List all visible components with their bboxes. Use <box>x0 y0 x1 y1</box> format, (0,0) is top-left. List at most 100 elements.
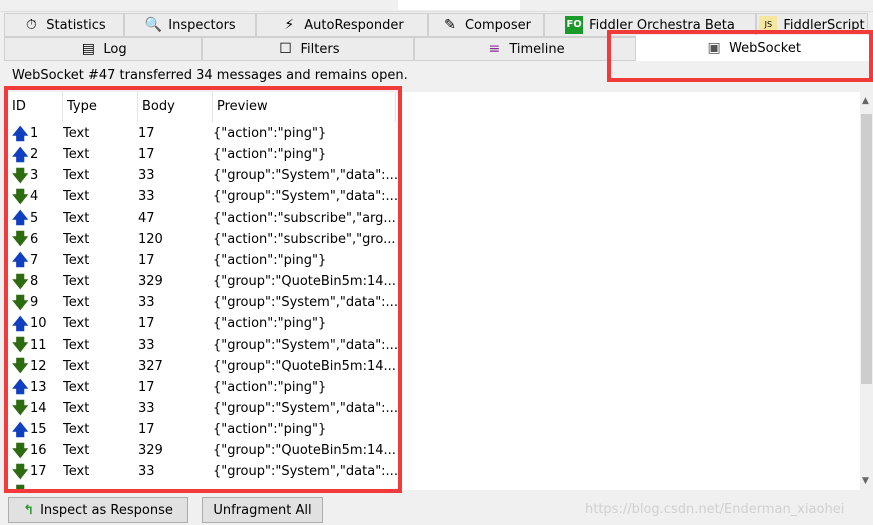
cell-body: 17 <box>138 379 155 395</box>
table-row[interactable]: 🡇 12 Text 327 {"group":"QuoteBin5m:14... <box>8 356 396 377</box>
button-label: Unfragment All <box>213 502 312 518</box>
table-row[interactable]: 🡇 4 Text 33 {"group":"System","data":... <box>8 186 398 207</box>
table-row[interactable]: 🡅 5 Text 47 {"action":"subscribe","arg... <box>8 208 396 229</box>
tab-autoresponder[interactable]: ⚡ AutoResponder <box>256 13 428 37</box>
tab-fiddler-orchestra[interactable]: FO Fiddler Orchestra Beta <box>544 13 756 37</box>
message-list[interactable]: ID Type Body Preview 🡅 1 Text 17 {"action… <box>8 92 860 490</box>
scroll-down-icon[interactable]: ▼ <box>862 476 869 486</box>
table-row[interactable]: 🡇 <box>8 483 63 490</box>
id-text: 3 <box>30 168 39 184</box>
cell-id: 🡅 1 <box>8 123 63 143</box>
tab-label: Statistics <box>46 17 106 33</box>
tabs-row-2: ▤ Log ☐ Filters ≡ Timeline ▣ WebSocket <box>4 35 870 61</box>
col-preview[interactable]: Preview <box>213 92 396 122</box>
arrow-up-icon: 🡅 <box>12 123 29 143</box>
table-row[interactable]: 🡇 6 Text 120 {"action":"subscribe","gro..… <box>8 229 396 250</box>
tab-inspectors[interactable]: 🔍 Inspectors <box>124 13 256 37</box>
tab-label: WebSocket <box>729 40 801 56</box>
tab-label: AutoResponder <box>304 17 404 33</box>
col-type[interactable]: Type <box>63 92 138 122</box>
inspect-as-response-button[interactable]: ↰ Inspect as Response <box>8 497 188 523</box>
table-row[interactable]: 🡅 1 Text 17 {"action":"ping"} <box>8 123 393 144</box>
cell-body: 329 <box>138 274 163 290</box>
cell-preview: {"action":"ping"} <box>213 126 327 141</box>
websocket-icon: ▣ <box>707 40 721 56</box>
tab-fiddlerscript[interactable]: JS FiddlerScript <box>756 13 868 37</box>
cell-id: 🡇 16 <box>8 440 63 460</box>
id-text: 11 <box>30 337 47 353</box>
cell-body: 327 <box>138 358 163 374</box>
cell-type: Text <box>63 168 90 184</box>
fo-icon: FO <box>565 16 584 34</box>
cell-id: 🡇 8 <box>8 272 63 291</box>
arrow-down-icon: 🡇 <box>12 398 29 418</box>
arrow-down-icon: 🡇 <box>12 165 29 185</box>
cell-type: Text <box>63 126 90 141</box>
arrow-down-icon: 🡇 <box>12 229 29 249</box>
id-text: 16 <box>30 443 47 459</box>
arrow-up-icon: 🡅 <box>12 144 29 164</box>
cell-body: 33 <box>138 168 155 184</box>
arrow-down-icon: 🡇 <box>12 461 29 481</box>
cell-preview: {"group":"QuoteBin5m:14... <box>213 443 396 459</box>
tab-timeline[interactable]: ≡ Timeline <box>414 37 636 61</box>
cell-body: 120 <box>138 231 163 247</box>
table-row[interactable]: 🡅 13 Text 17 {"action":"ping"} <box>8 377 393 398</box>
id-text: 10 <box>30 316 47 332</box>
cell-body: 47 <box>138 210 155 226</box>
table-row[interactable]: 🡇 16 Text 329 {"group":"QuoteBin5m:14... <box>8 440 396 461</box>
cell-id: 🡅 2 <box>8 144 63 164</box>
cell-preview: {"group":"System","data":... <box>213 400 398 416</box>
id-text: 13 <box>30 379 47 395</box>
status-text: WebSocket #47 transferred 34 messages an… <box>12 68 408 83</box>
cell-body: 33 <box>138 189 155 205</box>
table-row[interactable]: 🡅 15 Text 17 {"action":"ping"} <box>8 419 393 440</box>
arrow-up-icon: 🡅 <box>12 419 29 439</box>
cell-id: 🡇 3 <box>8 165 63 185</box>
vertical-scrollbar[interactable]: ▲ ▼ <box>860 92 873 490</box>
tab-label: Timeline <box>509 41 565 57</box>
cell-type: Text <box>63 295 90 311</box>
arrow-down-icon: 🡇 <box>12 440 29 460</box>
scroll-thumb[interactable] <box>861 114 872 384</box>
tab-log[interactable]: ▤ Log <box>4 37 202 61</box>
unfragment-all-button[interactable]: Unfragment All <box>202 497 323 523</box>
col-id[interactable]: ID <box>8 92 63 122</box>
table-row[interactable]: 🡇 3 Text 33 {"group":"System","data":... <box>8 165 398 186</box>
cell-body: 33 <box>138 464 155 480</box>
table-row[interactable]: 🡅 7 Text 17 {"action":"ping"} <box>8 250 393 271</box>
tab-websocket[interactable]: ▣ WebSocket <box>636 35 870 61</box>
arrow-down-icon: 🡇 <box>12 356 29 376</box>
cell-preview: {"action":"ping"} <box>213 379 327 395</box>
col-body[interactable]: Body <box>138 92 213 122</box>
tab-filters[interactable]: ☐ Filters <box>202 37 414 61</box>
id-text: 6 <box>30 231 39 247</box>
cell-preview: {"group":"QuoteBin5m:14... <box>213 274 396 290</box>
tab-statistics[interactable]: ⏱ Statistics <box>4 13 124 37</box>
cell-id: 🡅 15 <box>8 419 63 439</box>
cell-type: Text <box>63 337 90 353</box>
tab-label: Composer <box>464 17 531 33</box>
table-row[interactable]: 🡇 9 Text 33 {"group":"System","data":... <box>8 292 398 313</box>
table-row[interactable]: 🡇 11 Text 33 {"group":"System","data":... <box>8 335 398 356</box>
scroll-up-icon[interactable]: ▲ <box>862 96 869 106</box>
id-text: 1 <box>30 126 39 141</box>
id-text: 9 <box>30 295 39 311</box>
tab-composer[interactable]: ✎ Composer <box>428 13 544 37</box>
table-row[interactable]: 🡅 2 Text 17 {"action":"ping"} <box>8 144 393 165</box>
quickexec-box[interactable] <box>398 0 520 10</box>
cell-type: Text <box>63 379 90 395</box>
button-label: Inspect as Response <box>40 502 173 518</box>
cell-preview: {"group":"System","data":... <box>213 168 398 184</box>
magnifier-icon: 🔍 <box>144 17 162 33</box>
cell-body: 17 <box>138 252 155 268</box>
table-row[interactable]: 🡇 8 Text 329 {"group":"QuoteBin5m:14... <box>8 271 396 292</box>
table-row[interactable]: 🡇 17 Text 33 {"group":"System","data":... <box>8 461 398 482</box>
cell-type: Text <box>63 189 90 205</box>
arrow-up-icon: 🡅 <box>12 250 29 270</box>
id-text: 14 <box>30 400 47 416</box>
cell-type: Text <box>63 464 90 480</box>
cell-type: Text <box>63 358 90 374</box>
table-row[interactable]: 🡅 10 Text 17 {"action":"ping"} <box>8 313 393 334</box>
table-row[interactable]: 🡇 14 Text 33 {"group":"System","data":... <box>8 398 398 419</box>
